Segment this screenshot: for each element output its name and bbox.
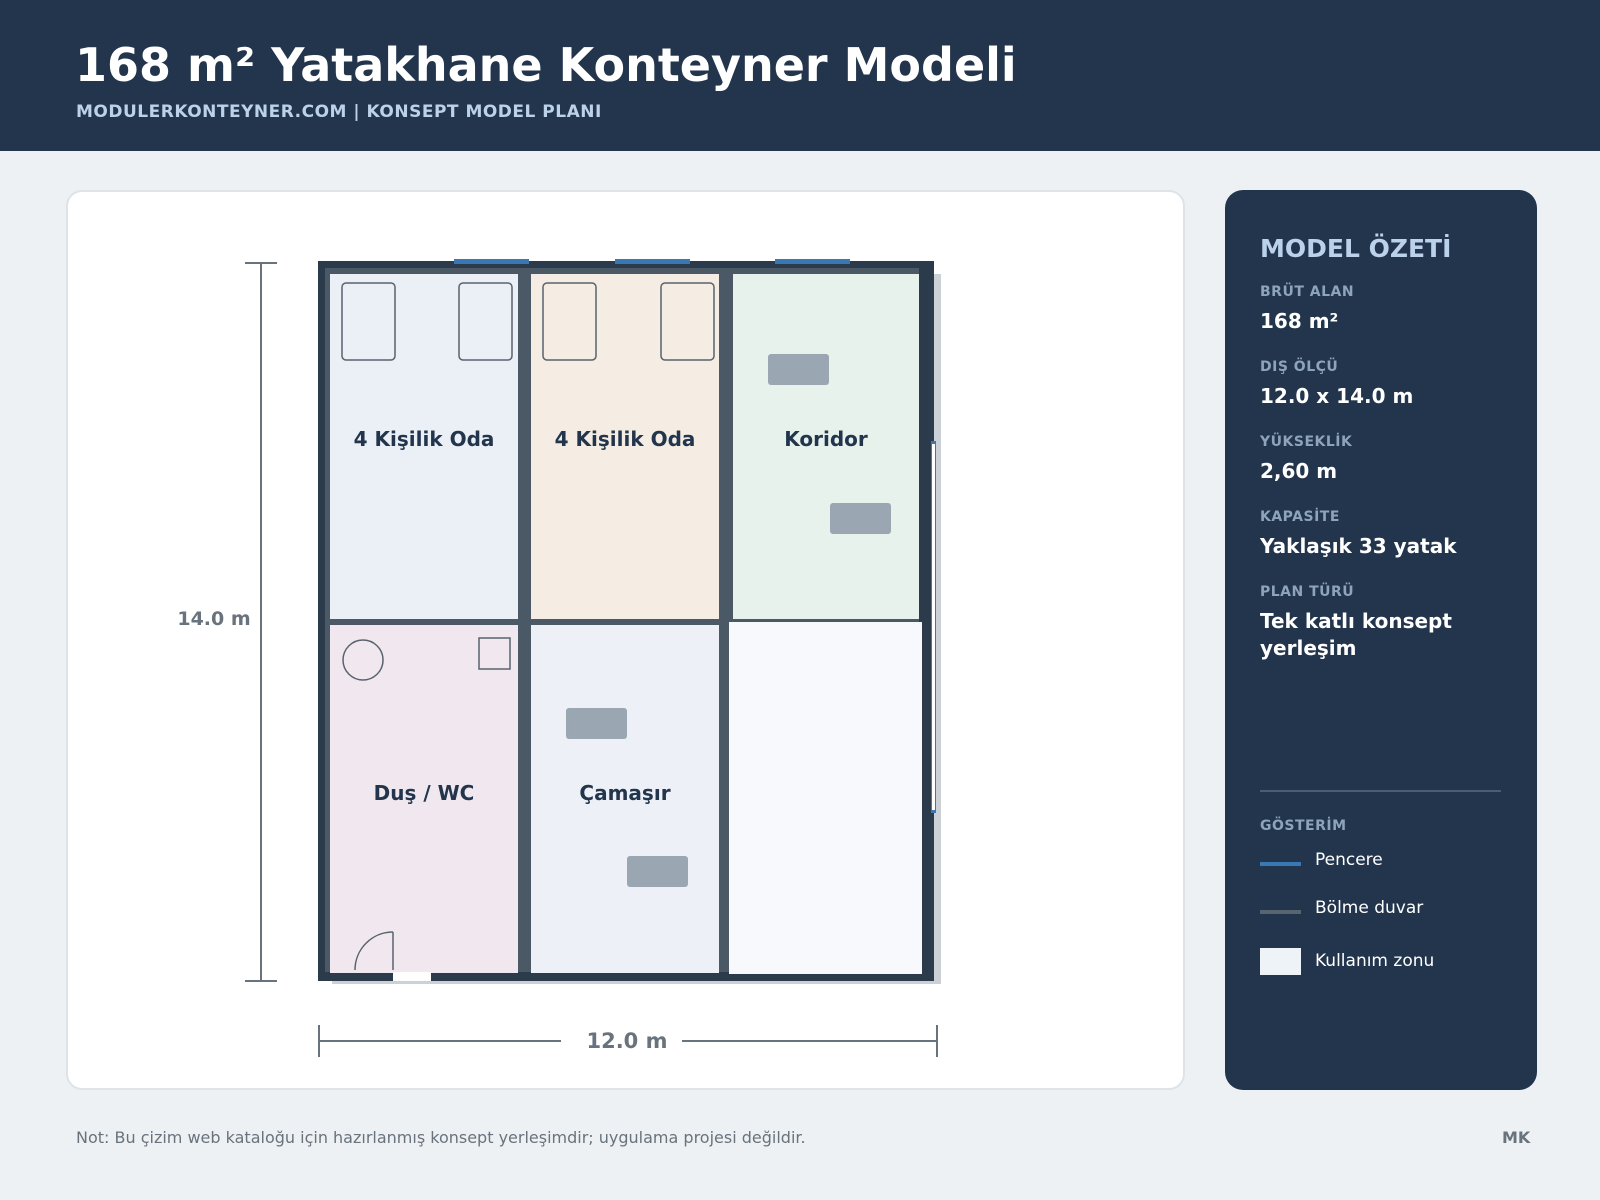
field-label: BRÜT ALAN: [1260, 284, 1355, 300]
field-value: 2,60 m: [1260, 459, 1338, 483]
legend-label: Pencere: [1315, 850, 1383, 870]
window: [615, 259, 690, 264]
field-label: YÜKSEKLİK: [1260, 434, 1353, 450]
field-label: DIŞ ÖLÇÜ: [1260, 359, 1339, 375]
dimension-label-height: 14.0 m: [177, 608, 250, 630]
summary-field-plan-type: PLAN TÜRÜ Tek katlı konsept yerleşim: [1260, 584, 1520, 662]
footer-note: Not: Bu çizim web kataloğu için hazırlan…: [76, 1128, 806, 1147]
furniture-block: [627, 856, 688, 887]
legend-item-partition: Bölme duvar: [1260, 898, 1520, 928]
summary-field-gross-area: BRÜT ALAN 168 m²: [1260, 284, 1520, 335]
floor-plan: 4 Kişilik Oda 4 Kişilik Oda Koridor Duş …: [177, 259, 941, 1057]
window: [454, 259, 529, 264]
page-title: 168 m² Yatakhane Konteyner Modeli: [75, 38, 1017, 92]
room-label: Duş / WC: [374, 781, 475, 805]
field-value: 12.0 x 14.0 m: [1260, 384, 1414, 408]
summary-field-capacity: KAPASİTE Yaklaşık 33 yatak: [1260, 509, 1520, 560]
page-subtitle: MODULERKONTEYNER.COM | KONSEPT MODEL PLA…: [76, 102, 602, 122]
room-label: Koridor: [784, 427, 868, 451]
dimension-label-width: 12.0 m: [586, 1029, 667, 1053]
legend-label: Kullanım zonu: [1315, 951, 1435, 971]
room-label: 4 Kişilik Oda: [354, 427, 495, 451]
model-summary-panel: MODEL ÖZETİ BRÜT ALAN 168 m² DIŞ ÖLÇÜ 12…: [1225, 190, 1537, 1090]
header: 168 m² Yatakhane Konteyner Modeli MODULE…: [0, 0, 1600, 151]
field-value: Yaklaşık 33 yatak: [1260, 534, 1457, 558]
window: [775, 259, 850, 264]
floor-plan-card: 4 Kişilik Oda 4 Kişilik Oda Koridor Duş …: [66, 190, 1185, 1090]
furniture-block: [566, 708, 627, 739]
legend-title: GÖSTERİM: [1260, 818, 1347, 834]
footer-mark: MK: [1502, 1128, 1531, 1147]
furniture-block: [830, 503, 891, 534]
divider: [1260, 790, 1501, 792]
legend-item-window: Pencere: [1260, 850, 1520, 880]
field-label: KAPASİTE: [1260, 509, 1340, 525]
field-label: PLAN TÜRÜ: [1260, 584, 1355, 600]
zone-swatch-icon: [1260, 948, 1301, 975]
partition-swatch-icon: [1260, 910, 1301, 914]
door-opening: [393, 972, 431, 981]
furniture-block: [768, 354, 829, 385]
summary-field-outer-size: DIŞ ÖLÇÜ 12.0 x 14.0 m: [1260, 359, 1520, 410]
legend-item-zone: Kullanım zonu: [1260, 948, 1520, 981]
room-label: 4 Kişilik Oda: [555, 427, 696, 451]
summary-field-height: YÜKSEKLİK 2,60 m: [1260, 434, 1520, 485]
room-label: Çamaşır: [579, 781, 670, 805]
window-swatch-icon: [1260, 862, 1301, 866]
room-6: [729, 622, 922, 974]
summary-title: MODEL ÖZETİ: [1260, 234, 1452, 263]
field-value: 168 m²: [1260, 309, 1339, 333]
legend-label: Bölme duvar: [1315, 898, 1424, 918]
field-value: Tek katlı konsept yerleşim: [1260, 609, 1452, 660]
